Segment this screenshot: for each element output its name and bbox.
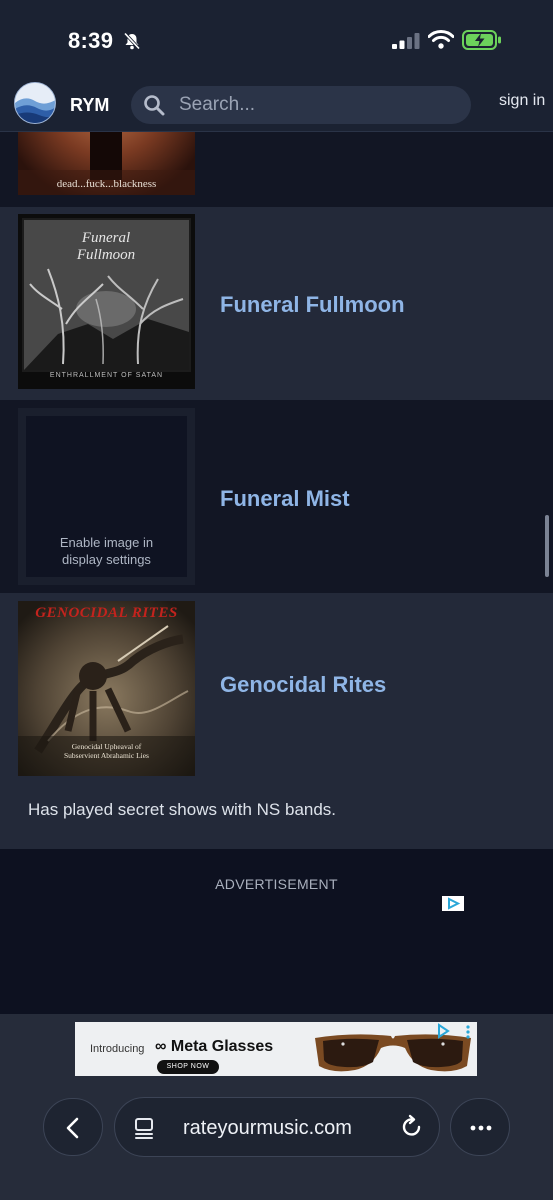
banner-cta-button[interactable]: SHOP NOW — [157, 1060, 219, 1074]
adchoices-icon[interactable] — [435, 1023, 451, 1039]
list-item: Funeral Fullmoon ENTHRALLMENT OF SATAN F… — [0, 207, 553, 400]
brand-name: RYM — [70, 95, 110, 115]
artist-link-funeral-mist[interactable]: Funeral Mist — [220, 486, 350, 512]
list-item: Enable image in display settings Funeral… — [0, 400, 553, 593]
sign-in-link[interactable]: sign in — [499, 92, 545, 110]
address-bar[interactable]: rateyourmusic.com — [114, 1097, 440, 1157]
list-item: GENOCIDAL RITES Genocidal Upheaval of Su… — [0, 593, 553, 849]
album-cover[interactable]: GENOCIDAL RITES Genocidal Upheaval of Su… — [18, 601, 195, 776]
more-button[interactable] — [450, 1098, 510, 1156]
search-input[interactable] — [179, 86, 459, 124]
status-time: 8:39 — [68, 28, 114, 53]
search-bar[interactable] — [131, 86, 471, 124]
cover-caption: Genocidal Upheaval of Subservient Abraha… — [64, 742, 149, 760]
svg-text:Funeral: Funeral — [81, 230, 130, 246]
artist-note: Has played secret shows with NS bands. — [28, 800, 337, 819]
status-bar: 8:39 — [0, 0, 553, 72]
wifi-icon — [428, 30, 454, 49]
bell-slash-icon — [123, 32, 141, 50]
album-cover[interactable]: dead...fuck...blackness — [18, 132, 195, 195]
more-horizontal-icon — [470, 1125, 492, 1131]
image-placeholder-inner: Enable image in display settings — [26, 416, 187, 577]
chevron-left-icon — [66, 1117, 79, 1139]
ad-banner[interactable]: Introducing ∞ Meta Glasses SHOP NOW — [75, 1022, 477, 1076]
scrollbar[interactable] — [545, 515, 549, 577]
banner-intro: Introducing — [90, 1043, 145, 1055]
placeholder-text: Enable image in display settings — [59, 535, 154, 567]
banner-brand: ∞ Meta Glasses — [155, 1038, 274, 1055]
image-placeholder[interactable]: Enable image in display settings — [18, 408, 195, 585]
artist-link-genocidal-rites[interactable]: Genocidal Rites — [220, 672, 386, 698]
back-button[interactable] — [43, 1098, 103, 1156]
site-header: RYM sign in — [0, 72, 553, 132]
search-icon — [144, 95, 165, 116]
browser-toolbar: Introducing ∞ Meta Glasses SHOP NOW rate… — [0, 1014, 553, 1200]
reload-icon[interactable] — [399, 1114, 425, 1140]
url-text: rateyourmusic.com — [183, 1117, 352, 1139]
cover-title: GENOCIDAL RITES — [35, 605, 178, 621]
battery-charging-icon — [462, 30, 501, 50]
cellular-signal-icon — [392, 33, 420, 49]
cover-caption: dead...fuck...blackness — [56, 178, 157, 190]
page-menu-icon[interactable] — [133, 1116, 157, 1140]
adchoices-icon[interactable] — [442, 896, 464, 911]
advertisement-label: ADVERTISEMENT — [215, 876, 338, 892]
more-vertical-icon[interactable] — [461, 1024, 475, 1040]
cover-caption: ENTHRALLMENT OF SATAN — [49, 372, 164, 379]
rym-logo[interactable] — [14, 82, 56, 124]
banner-brand-text: Meta Glasses — [170, 1038, 274, 1055]
album-cover[interactable]: Funeral Fullmoon ENTHRALLMENT OF SATAN — [18, 214, 195, 389]
artist-list: dead...fuck...blackness Funeral Fullmoon… — [0, 132, 553, 1014]
svg-text:Fullmoon: Fullmoon — [76, 247, 135, 263]
artist-link-funeral-fullmoon[interactable]: Funeral Fullmoon — [220, 292, 405, 318]
list-item: dead...fuck...blackness — [0, 132, 553, 207]
